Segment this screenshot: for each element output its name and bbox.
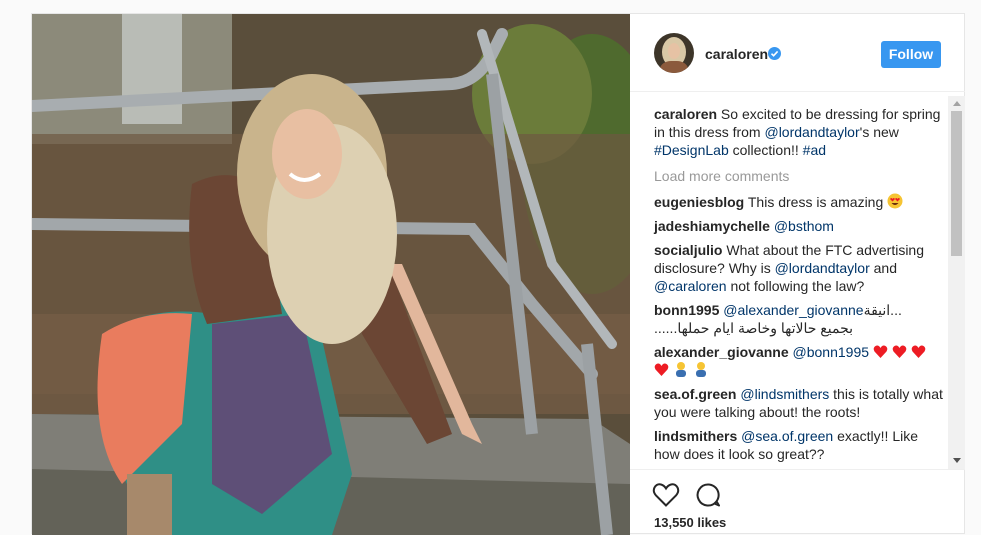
post-photo-illustration bbox=[32, 14, 630, 535]
heart-eyes-icon bbox=[887, 193, 903, 209]
like-heart-icon[interactable] bbox=[652, 482, 680, 508]
couple-icon bbox=[695, 362, 706, 377]
caption-text: 's new bbox=[859, 124, 899, 140]
comments-panel: caraloren So excited to be dressing for … bbox=[630, 93, 965, 469]
red-heart-icon bbox=[911, 345, 926, 358]
red-heart-icon bbox=[873, 345, 888, 358]
caption-mention[interactable]: @lordandtaylor bbox=[764, 124, 859, 140]
scroll-down-arrow-icon[interactable] bbox=[953, 458, 961, 463]
comment-username[interactable]: bonn1995 bbox=[654, 302, 719, 318]
comment-mention[interactable]: @sea.of.green bbox=[741, 428, 833, 444]
comment: sea.of.green @lindsmithers this is total… bbox=[654, 385, 944, 421]
comment: lindsmithers @sea.of.green exactly!! Lik… bbox=[654, 427, 944, 463]
comment-text: and bbox=[869, 260, 897, 276]
comment-text: not following the law? bbox=[726, 278, 865, 294]
scroll-up-arrow-icon[interactable] bbox=[953, 101, 961, 106]
comment-mention[interactable]: @alexander_giovanne bbox=[723, 302, 863, 318]
comment: jadeshiamychelle @bsthom bbox=[654, 217, 944, 235]
comment-username[interactable]: alexander_giovanne bbox=[654, 344, 789, 360]
post-header: caraloren Follow bbox=[630, 14, 965, 92]
comment-list: caraloren So excited to be dressing for … bbox=[654, 105, 944, 469]
load-more-comments-link[interactable]: Load more comments bbox=[654, 167, 944, 185]
comment: socialjulio What about the FTC advertisi… bbox=[654, 241, 944, 295]
comment-mention[interactable]: @lordandtaylor bbox=[775, 260, 870, 276]
instagram-post: caraloren Follow caraloren So excited to… bbox=[31, 13, 965, 535]
avatar[interactable] bbox=[654, 33, 694, 73]
comment-text: This dress is amazing bbox=[744, 194, 888, 210]
comment-username[interactable]: socialjulio bbox=[654, 242, 722, 258]
comment-username[interactable]: eugeniesblog bbox=[654, 194, 744, 210]
avatar-face bbox=[668, 43, 680, 59]
comment-mention[interactable]: @lindsmithers bbox=[740, 386, 829, 402]
post-actions: 13,550 likes bbox=[630, 469, 965, 535]
post-sidebar: caraloren Follow caraloren So excited to… bbox=[630, 14, 965, 535]
likes-count[interactable]: 13,550 likes bbox=[654, 515, 726, 530]
caption-text: collection!! bbox=[728, 142, 803, 158]
post-photo[interactable] bbox=[32, 14, 630, 535]
comment-mention[interactable]: @bsthom bbox=[774, 218, 834, 234]
verified-badge-icon bbox=[768, 47, 781, 60]
header-username[interactable]: caraloren bbox=[705, 46, 768, 62]
comment-mention[interactable]: @caraloren bbox=[654, 278, 727, 294]
comment: eugeniesblog This dress is amazing bbox=[654, 193, 944, 211]
comment-text: بجميع حالاتها وخاصة ايام حملها...... bbox=[654, 320, 854, 336]
couple-icon bbox=[675, 362, 686, 377]
comment-username[interactable]: lindsmithers bbox=[654, 428, 737, 444]
caption-username[interactable]: caraloren bbox=[654, 106, 717, 122]
comment-username[interactable]: sea.of.green bbox=[654, 386, 736, 402]
red-heart-icon bbox=[654, 363, 669, 376]
scrollbar-thumb[interactable] bbox=[951, 111, 962, 256]
comment: bonn1995 @alexander_giovanne ...انيقة بجم… bbox=[654, 301, 944, 337]
caption: caraloren So excited to be dressing for … bbox=[654, 105, 944, 159]
avatar-body bbox=[660, 61, 688, 73]
red-heart-icon bbox=[892, 345, 907, 358]
comment-text: ...انيقة bbox=[863, 302, 906, 318]
comment: alexander_giovanne @bonn1995 bbox=[654, 343, 944, 379]
comment-username[interactable]: jadeshiamychelle bbox=[654, 218, 770, 234]
caption-hashtag[interactable]: #ad bbox=[803, 142, 826, 158]
comment-bubble-icon[interactable] bbox=[695, 482, 721, 508]
follow-button[interactable]: Follow bbox=[881, 41, 941, 68]
comments-scrollbar[interactable] bbox=[948, 96, 965, 469]
comment-mention[interactable]: @bonn1995 bbox=[793, 344, 870, 360]
caption-hashtag[interactable]: #DesignLab bbox=[654, 142, 729, 158]
